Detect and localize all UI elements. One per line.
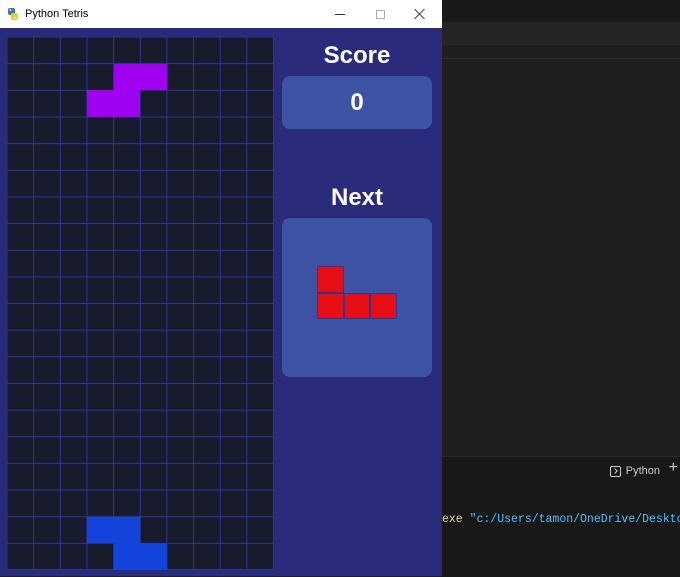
game-board bbox=[7, 37, 274, 570]
terminal-panel: Python + exe "c:/Users/tamon/OneDrive/De… bbox=[442, 456, 680, 577]
falling-piece-block bbox=[86, 90, 114, 117]
score-label: Score bbox=[323, 42, 391, 69]
python-icon bbox=[8, 8, 18, 20]
terminal-tab-label: Python bbox=[625, 465, 660, 477]
terminal-tab[interactable]: Python bbox=[609, 465, 660, 477]
next-piece-block bbox=[317, 292, 344, 319]
placed-piece-block bbox=[140, 543, 167, 570]
window-title: Python Tetris bbox=[25, 8, 89, 20]
minimize-button[interactable] bbox=[320, 0, 360, 28]
board-grid bbox=[7, 37, 274, 570]
score-value: 0 bbox=[350, 88, 364, 116]
editor-toolbar bbox=[442, 46, 680, 59]
terminal-output-line: exe "c:/Users/tamon/OneDrive/Desktop/py bbox=[442, 513, 680, 526]
game-window: Python Tetris Score 0 Next bbox=[0, 0, 442, 576]
placed-piece-block bbox=[113, 516, 141, 544]
falling-piece-block bbox=[140, 63, 167, 91]
title-bar[interactable]: Python Tetris bbox=[0, 0, 442, 28]
terminal-path: "c:/Users/tamon/OneDrive/Desktop/py bbox=[469, 513, 680, 526]
terminal-command: exe bbox=[442, 513, 470, 526]
next-piece-block bbox=[343, 292, 371, 319]
next-piece-block bbox=[317, 266, 344, 293]
placed-piece-block bbox=[113, 543, 141, 570]
score-panel: 0 bbox=[282, 76, 432, 129]
next-piece-panel bbox=[282, 218, 432, 377]
next-piece-block bbox=[370, 292, 397, 319]
maximize-icon bbox=[375, 9, 385, 19]
placed-piece-block bbox=[86, 516, 114, 544]
falling-piece-block bbox=[113, 90, 141, 117]
editor-tab-bar bbox=[442, 0, 680, 22]
background-editor: Python + exe "c:/Users/tamon/OneDrive/De… bbox=[442, 0, 680, 577]
add-terminal-button[interactable]: + bbox=[669, 460, 678, 476]
next-label: Next bbox=[330, 184, 384, 211]
maximize-button[interactable] bbox=[360, 0, 400, 28]
editor-breadcrumb-bar bbox=[442, 22, 680, 45]
falling-piece-block bbox=[113, 63, 141, 91]
minimize-icon bbox=[335, 13, 345, 15]
close-icon bbox=[414, 8, 426, 20]
terminal-icon bbox=[609, 465, 621, 477]
close-button[interactable] bbox=[400, 0, 440, 28]
